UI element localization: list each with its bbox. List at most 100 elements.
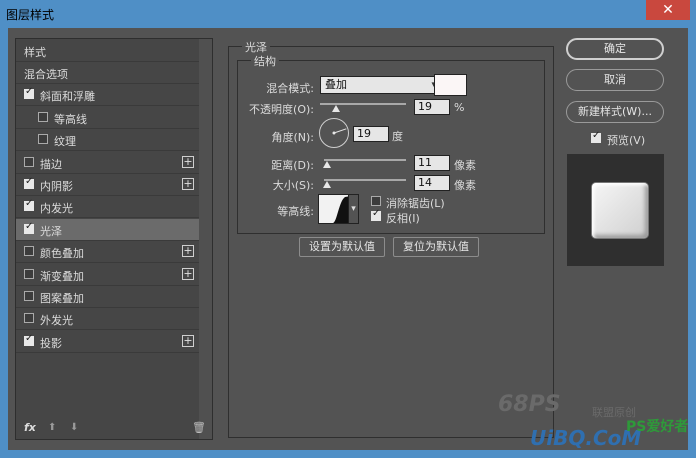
style-item[interactable]: 内阴影 + [16, 174, 200, 196]
style-item[interactable]: 纹理 [16, 129, 200, 152]
window-title: 图层样式 [6, 8, 55, 22]
style-list-scrollbar[interactable] [199, 39, 212, 439]
opacity-slider-thumb[interactable] [332, 105, 341, 112]
opacity-unit: % [454, 101, 465, 114]
fx-button[interactable]: fx [24, 421, 36, 434]
distance-unit: 像素 [454, 159, 476, 172]
style-item[interactable]: 斜面和浮雕 [16, 84, 200, 107]
style-item-checkbox[interactable] [24, 156, 34, 167]
watermark-ps-fans: PS爱好者 [626, 419, 689, 435]
blend-mode-value: 叠加 [325, 78, 347, 91]
opacity-label: 不透明度(O): [249, 103, 314, 116]
distance-label: 距离(D): [271, 159, 314, 172]
invert-label: 反相(I) [386, 212, 420, 225]
satin-color-swatch[interactable] [434, 74, 467, 96]
style-item[interactable]: 投影 + [16, 331, 200, 353]
opacity-input[interactable]: 19 [414, 99, 450, 115]
style-list-header-label: 样式 [24, 46, 46, 59]
style-item-checkbox[interactable] [38, 111, 48, 122]
style-item-checkbox[interactable] [24, 176, 34, 189]
angle-label: 角度(N): [271, 131, 314, 144]
style-item-checkbox[interactable] [24, 86, 34, 100]
preview-label: 预览(V) [607, 134, 646, 147]
style-item-checkbox[interactable] [24, 246, 34, 257]
style-item-label: 颜色叠加 [40, 247, 84, 261]
add-effect-plus-icon[interactable]: + [182, 155, 194, 168]
style-item-checkbox[interactable] [24, 313, 34, 324]
style-item-label: 斜面和浮雕 [40, 90, 95, 104]
style-item-label: 等高线 [54, 112, 87, 126]
style-item-label: 渐变叠加 [40, 269, 84, 283]
anti-alias-checkbox[interactable] [371, 196, 381, 206]
window-border-right [688, 28, 696, 458]
style-item[interactable]: 混合选项 [16, 62, 200, 84]
style-item-label: 内阴影 [40, 180, 73, 193]
style-item-label: 投影 [40, 336, 62, 350]
style-item-label: 描边 [40, 157, 62, 171]
style-list: 样式 混合选项斜面和浮雕等高线纹理描边 + 内阴影 + 内发光光泽颜色叠加 + 渐变叠加 + 图… [15, 38, 213, 440]
blend-mode-label: 混合模式: [266, 82, 314, 95]
add-effect-plus-icon[interactable]: + [182, 334, 194, 347]
style-item[interactable]: 图案叠加 [16, 286, 200, 308]
anti-alias-label: 消除锯齿(L) [386, 197, 445, 210]
move-down-icon[interactable]: ⬇ [70, 422, 78, 433]
invert-checkbox[interactable] [371, 208, 381, 221]
angle-dial[interactable] [319, 118, 349, 148]
style-item-checkbox[interactable] [24, 221, 34, 234]
reset-default-button[interactable]: 复位为默认值 [393, 237, 479, 257]
chevron-down-icon: ▾ [351, 204, 356, 214]
style-item-label: 外发光 [40, 314, 73, 328]
cancel-button[interactable]: 取消 [566, 69, 664, 91]
window-border-left [0, 28, 8, 458]
style-list-header[interactable]: 样式 [16, 40, 200, 62]
style-item-checkbox[interactable] [38, 134, 48, 145]
style-item-label: 内发光 [40, 202, 73, 216]
style-item[interactable]: 颜色叠加 + [16, 241, 200, 264]
style-list-footer: fx ⬆ ⬇ 🗑 [16, 421, 212, 439]
watermark-uibq: UiBQ.CoM [530, 426, 642, 450]
style-item-label: 纹理 [54, 135, 76, 149]
add-effect-plus-icon[interactable]: + [182, 245, 194, 258]
size-unit: 像素 [454, 179, 476, 192]
add-effect-plus-icon[interactable]: + [182, 178, 194, 190]
style-item-checkbox[interactable] [24, 291, 34, 301]
contour-dropdown-button[interactable]: ▾ [348, 194, 359, 224]
watermark-68ps: 68PS [498, 392, 561, 417]
make-default-button[interactable]: 设置为默认值 [299, 237, 385, 257]
style-item[interactable]: 渐变叠加 + [16, 264, 200, 286]
style-item[interactable]: 光泽 [16, 218, 200, 241]
size-slider-thumb[interactable] [323, 181, 332, 188]
angle-unit: 度 [392, 130, 403, 143]
angle-input[interactable]: 19 [353, 126, 389, 142]
move-up-icon[interactable]: ⬆ [48, 422, 56, 433]
style-item-label: 图案叠加 [40, 292, 84, 305]
window-border-bottom [0, 450, 696, 458]
title-bar[interactable] [0, 0, 696, 28]
close-icon: ✕ [662, 2, 674, 18]
distance-slider-track[interactable] [324, 159, 406, 161]
preview-checkbox[interactable] [591, 130, 601, 143]
style-item[interactable]: 内发光 [16, 196, 200, 219]
add-effect-plus-icon[interactable]: + [182, 267, 194, 280]
style-item[interactable]: 等高线 [16, 107, 200, 129]
contour-label: 等高线: [277, 205, 314, 218]
style-item-checkbox[interactable] [24, 333, 34, 346]
distance-input[interactable]: 11 [414, 155, 450, 171]
close-button[interactable]: ✕ [646, 0, 690, 20]
style-item-label: 光泽 [40, 224, 62, 238]
preview-swatch [592, 183, 648, 238]
blend-mode-select[interactable]: 叠加 ▾ [320, 76, 440, 94]
new-style-button[interactable]: 新建样式(W)... [566, 101, 664, 123]
structure-group-title: 结构 [251, 53, 279, 69]
distance-slider-thumb[interactable] [323, 161, 332, 168]
size-label: 大小(S): [272, 179, 314, 192]
ok-button[interactable]: 确定 [566, 38, 664, 60]
style-item-checkbox[interactable] [24, 198, 34, 212]
size-slider-track[interactable] [324, 179, 406, 181]
style-item-label: 混合选项 [24, 68, 68, 81]
style-item-checkbox[interactable] [24, 268, 34, 279]
size-input[interactable]: 14 [414, 175, 450, 191]
style-item[interactable]: 外发光 [16, 308, 200, 331]
trash-icon[interactable]: 🗑 [192, 421, 206, 434]
style-item[interactable]: 描边 + [16, 152, 200, 174]
